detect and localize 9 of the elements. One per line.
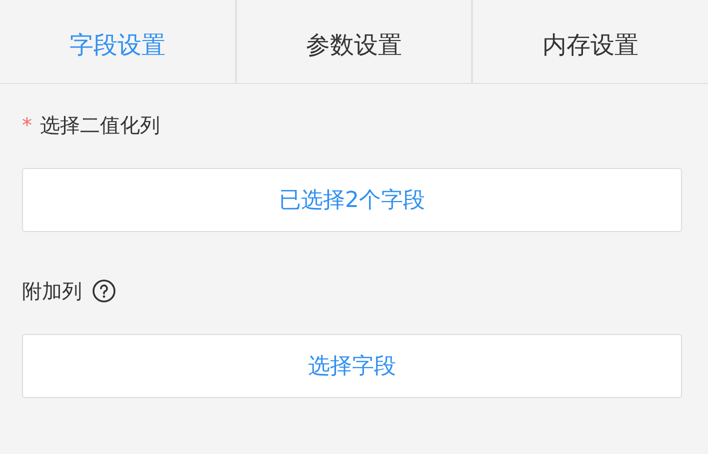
tab[interactable]: 内存设置 [471, 0, 708, 83]
select-fields-button[interactable]: 选择字段 [22, 334, 682, 398]
tab[interactable]: 字段设置 [0, 0, 235, 83]
select-fields-button[interactable]: 已选择2个字段 [22, 168, 682, 232]
help-icon[interactable] [92, 279, 116, 303]
field-label: 附加列 [22, 278, 82, 305]
required-mark: * [22, 115, 32, 135]
field-label: 选择二值化列 [40, 112, 160, 139]
tab[interactable]: 参数设置 [234, 0, 472, 83]
